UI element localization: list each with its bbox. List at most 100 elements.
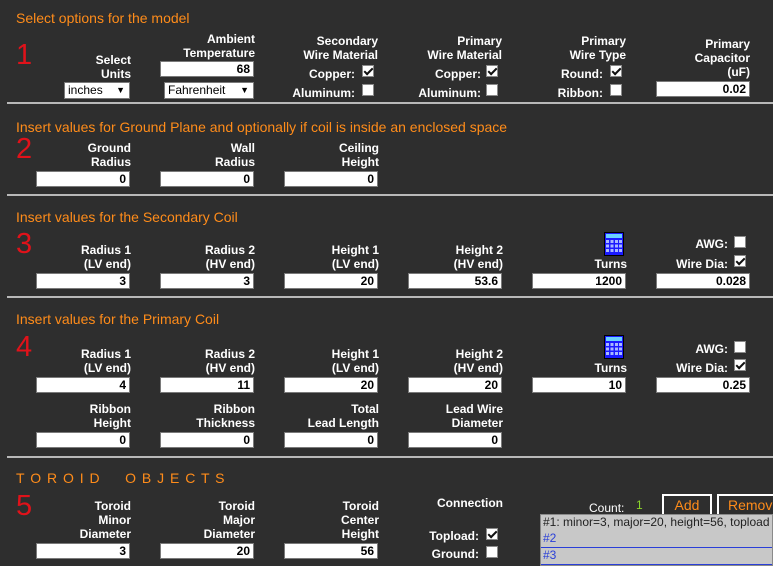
toroid-list[interactable]: #1: minor=3, major=20, height=56, toploa… — [540, 514, 773, 566]
section-4-title: Insert values for the Primary Coil — [16, 311, 220, 327]
topload-checkbox[interactable] — [486, 528, 498, 540]
list-item[interactable]: #1: minor=3, major=20, height=56, toploa… — [541, 515, 772, 531]
section-3-number: 3 — [16, 228, 33, 260]
primary-aluminum-checkbox[interactable] — [486, 84, 498, 96]
remove-button[interactable]: Remove — [717, 494, 773, 516]
secondary-radius-2-input[interactable]: 3 — [160, 273, 254, 289]
primary-turns-label: Turns — [594, 361, 627, 375]
wall-radius-label: Wall Radius — [214, 141, 255, 169]
wall-radius-input[interactable]: 0 — [160, 171, 254, 187]
chevron-down-icon: ▼ — [116, 85, 125, 95]
units-label: Select Units — [95, 53, 131, 81]
secondary-radius-2-label: Radius 2 (HV end) — [204, 243, 255, 271]
secondary-aluminum-label: Aluminum: — [292, 86, 355, 100]
primary-wire-type-label: Primary Wire Type — [569, 34, 626, 62]
count-value: 1 — [636, 498, 643, 512]
section-divider — [7, 456, 773, 458]
primary-height-2-input[interactable]: 20 — [408, 377, 502, 393]
calculator-icon[interactable] — [604, 335, 624, 359]
list-item[interactable]: #2 — [541, 531, 772, 548]
secondary-wire-dia-input[interactable]: 0.028 — [656, 273, 750, 289]
secondary-height-2-input[interactable]: 53.6 — [408, 273, 502, 289]
lead-wire-diameter-label: Lead Wire Diameter — [445, 402, 503, 430]
add-button[interactable]: Add — [662, 494, 712, 516]
primary-awg-checkbox[interactable] — [734, 341, 746, 353]
section-divider — [7, 194, 773, 196]
list-item[interactable]: #3 — [541, 548, 772, 565]
primary-wire-dia-input[interactable]: 0.25 — [656, 377, 750, 393]
toroid-major-diameter-label: Toroid Major Diameter — [203, 499, 255, 541]
total-lead-length-label: Total Lead Length — [307, 402, 379, 430]
connection-label: Connection — [437, 496, 503, 510]
secondary-height-2-label: Height 2 (HV end) — [453, 243, 503, 271]
secondary-copper-label: Copper: — [309, 67, 355, 81]
primary-radius-1-input[interactable]: 4 — [36, 377, 130, 393]
ground-label: Ground: — [431, 547, 479, 561]
primary-capacitor-label: Primary Capacitor (uF) — [694, 37, 750, 79]
ribbon-thickness-input[interactable]: 0 — [160, 432, 254, 448]
lead-wire-diameter-input[interactable]: 0 — [408, 432, 502, 448]
primary-radius-2-input[interactable]: 11 — [160, 377, 254, 393]
secondary-height-1-label: Height 1 (LV end) — [331, 243, 379, 271]
ribbon-height-label: Ribbon Height — [89, 402, 131, 430]
section-3-title: Insert values for the Secondary Coil — [16, 209, 238, 225]
ambient-temperature-input[interactable]: 68 — [160, 61, 254, 77]
primary-height-1-input[interactable]: 20 — [284, 377, 378, 393]
toroid-center-height-input[interactable]: 56 — [284, 543, 378, 559]
ribbon-label: Ribbon: — [557, 86, 603, 100]
primary-wire-dia-checkbox[interactable] — [734, 359, 746, 371]
primary-height-2-label: Height 2 (HV end) — [453, 347, 503, 375]
ribbon-height-input[interactable]: 0 — [36, 432, 130, 448]
section-1-title: Select options for the model — [16, 10, 190, 26]
primary-aluminum-label: Aluminum: — [418, 86, 481, 100]
primary-wire-dia-label: Wire Dia: — [676, 361, 728, 375]
temperature-unit-select[interactable]: Fahrenheit ▼ — [164, 82, 254, 99]
toroid-minor-diameter-input[interactable]: 3 — [36, 543, 130, 559]
total-lead-length-input[interactable]: 0 — [284, 432, 378, 448]
section-2-number: 2 — [16, 133, 33, 165]
ceiling-height-label: Ceiling Height — [338, 141, 379, 169]
ground-radius-label: Ground Radius — [87, 141, 131, 169]
primary-radius-1-label: Radius 1 (LV end) — [80, 347, 131, 375]
toroid-center-height-label: Toroid Center Height — [340, 499, 379, 541]
ambient-temperature-label: Ambient Temperature — [183, 32, 255, 60]
toroid-major-diameter-input[interactable]: 20 — [160, 543, 254, 559]
primary-height-1-label: Height 1 (LV end) — [331, 347, 379, 375]
section-5-title: T O R O I D O B J E C T S — [16, 470, 226, 486]
primary-capacitor-input[interactable]: 0.02 — [656, 81, 750, 97]
round-checkbox[interactable] — [610, 65, 622, 77]
secondary-aluminum-checkbox[interactable] — [362, 84, 374, 96]
secondary-radius-1-input[interactable]: 3 — [36, 273, 130, 289]
secondary-awg-label: AWG: — [695, 237, 728, 251]
units-select[interactable]: inches ▼ — [64, 82, 130, 99]
secondary-radius-1-label: Radius 1 (LV end) — [80, 243, 131, 271]
section-1-number: 1 — [16, 39, 33, 71]
primary-radius-2-label: Radius 2 (HV end) — [204, 347, 255, 375]
ground-checkbox[interactable] — [486, 546, 498, 558]
ground-radius-input[interactable]: 0 — [36, 171, 130, 187]
toroid-minor-diameter-label: Toroid Minor Diameter — [79, 499, 131, 541]
secondary-copper-checkbox[interactable] — [362, 65, 374, 77]
topload-label: Topload: — [429, 529, 479, 543]
secondary-wire-dia-label: Wire Dia: — [676, 257, 728, 271]
primary-turns-input[interactable]: 10 — [532, 377, 626, 393]
section-divider — [7, 296, 773, 298]
ceiling-height-input[interactable]: 0 — [284, 171, 378, 187]
secondary-wire-dia-checkbox[interactable] — [734, 255, 746, 267]
secondary-turns-label: Turns — [594, 257, 627, 271]
section-5-number: 5 — [16, 490, 33, 522]
count-label: Count: — [589, 501, 625, 515]
primary-copper-label: Copper: — [435, 67, 481, 81]
ribbon-thickness-label: Ribbon Thickness — [196, 402, 255, 430]
section-2-title: Insert values for Ground Plane and optio… — [16, 119, 508, 135]
ribbon-checkbox[interactable] — [610, 84, 622, 96]
section-4-number: 4 — [16, 331, 33, 363]
secondary-turns-input[interactable]: 1200 — [532, 273, 626, 289]
secondary-awg-checkbox[interactable] — [734, 236, 746, 248]
chevron-down-icon: ▼ — [240, 85, 249, 95]
calculator-icon[interactable] — [604, 232, 624, 256]
secondary-height-1-input[interactable]: 20 — [284, 273, 378, 289]
primary-copper-checkbox[interactable] — [486, 65, 498, 77]
section-divider — [7, 102, 773, 104]
primary-awg-label: AWG: — [695, 342, 728, 356]
